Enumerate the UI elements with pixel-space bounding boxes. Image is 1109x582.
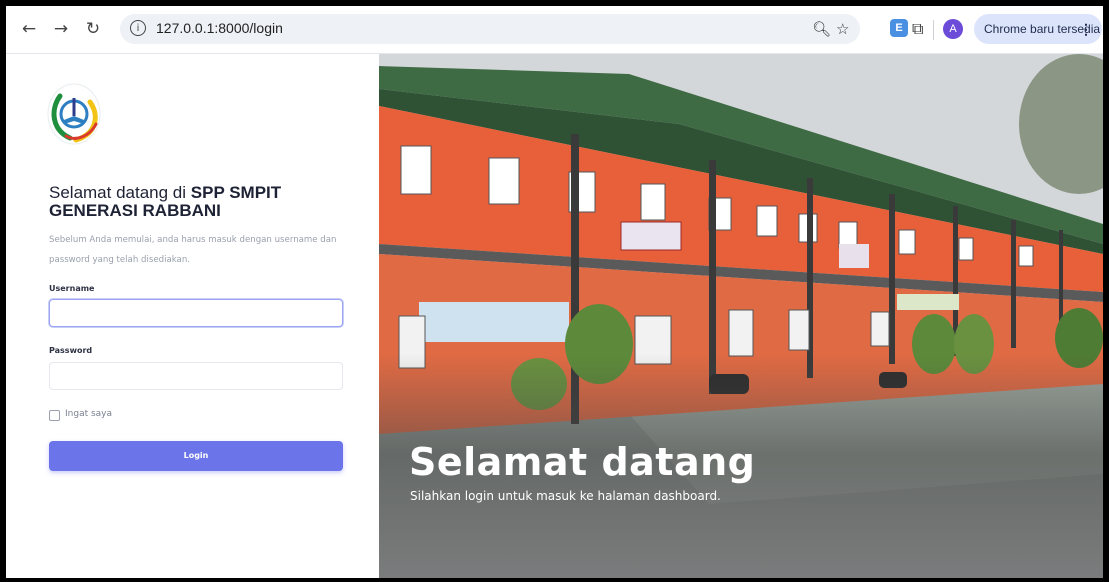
login-heading: Selamat datang di SPP SMPIT GENERASI RAB… — [49, 184, 349, 220]
login-intro-text: Sebelum Anda memulai, anda harus masuk d… — [49, 235, 337, 265]
school-logo — [47, 83, 101, 145]
zoom-icon[interactable]: 🔍︎ — [812, 20, 831, 38]
login-button[interactable]: Login — [49, 441, 343, 471]
reload-icon[interactable]: ↻ — [82, 18, 104, 40]
site-info-icon[interactable]: i — [130, 20, 146, 36]
password-label: Password — [49, 346, 93, 355]
chrome-update-button[interactable]: Chrome baru tersedia ⋮ — [974, 14, 1102, 44]
password-input[interactable] — [49, 362, 343, 390]
remember-me-label[interactable]: Ingat saya — [65, 409, 112, 419]
extensions-puzzle-icon[interactable]: ⧉ — [912, 19, 923, 39]
username-input[interactable] — [49, 299, 343, 327]
browser-toolbar: ← → ↻ i 127.0.0.1:8000/login 🔍︎ ☆ E ⧉ A … — [6, 6, 1103, 54]
login-panel: Selamat datang di SPP SMPIT GENERASI RAB… — [6, 54, 379, 578]
profile-avatar[interactable]: A — [943, 19, 963, 39]
bookmark-star-icon[interactable]: ☆ — [836, 20, 849, 38]
hero-image: Selamat datang Silahkan login untuk masu… — [379, 54, 1103, 578]
heading-prefix: Selamat datang di — [49, 183, 187, 202]
extension-icon[interactable]: E — [890, 19, 908, 37]
address-bar[interactable]: i 127.0.0.1:8000/login 🔍︎ ☆ — [120, 14, 860, 44]
more-menu-icon[interactable]: ⋮ — [1079, 14, 1093, 44]
forward-icon[interactable]: → — [50, 18, 72, 40]
hero-subtitle: Silahkan login untuk masuk ke halaman da… — [410, 489, 721, 503]
address-url[interactable]: 127.0.0.1:8000/login — [156, 20, 283, 36]
username-label: Username — [49, 284, 95, 293]
toolbar-divider — [933, 20, 934, 40]
browser-window: ← → ↻ i 127.0.0.1:8000/login 🔍︎ ☆ E ⧉ A … — [6, 6, 1103, 578]
remember-me-checkbox[interactable] — [49, 410, 60, 421]
hero-title: Selamat datang — [409, 440, 756, 484]
back-icon[interactable]: ← — [18, 18, 40, 40]
